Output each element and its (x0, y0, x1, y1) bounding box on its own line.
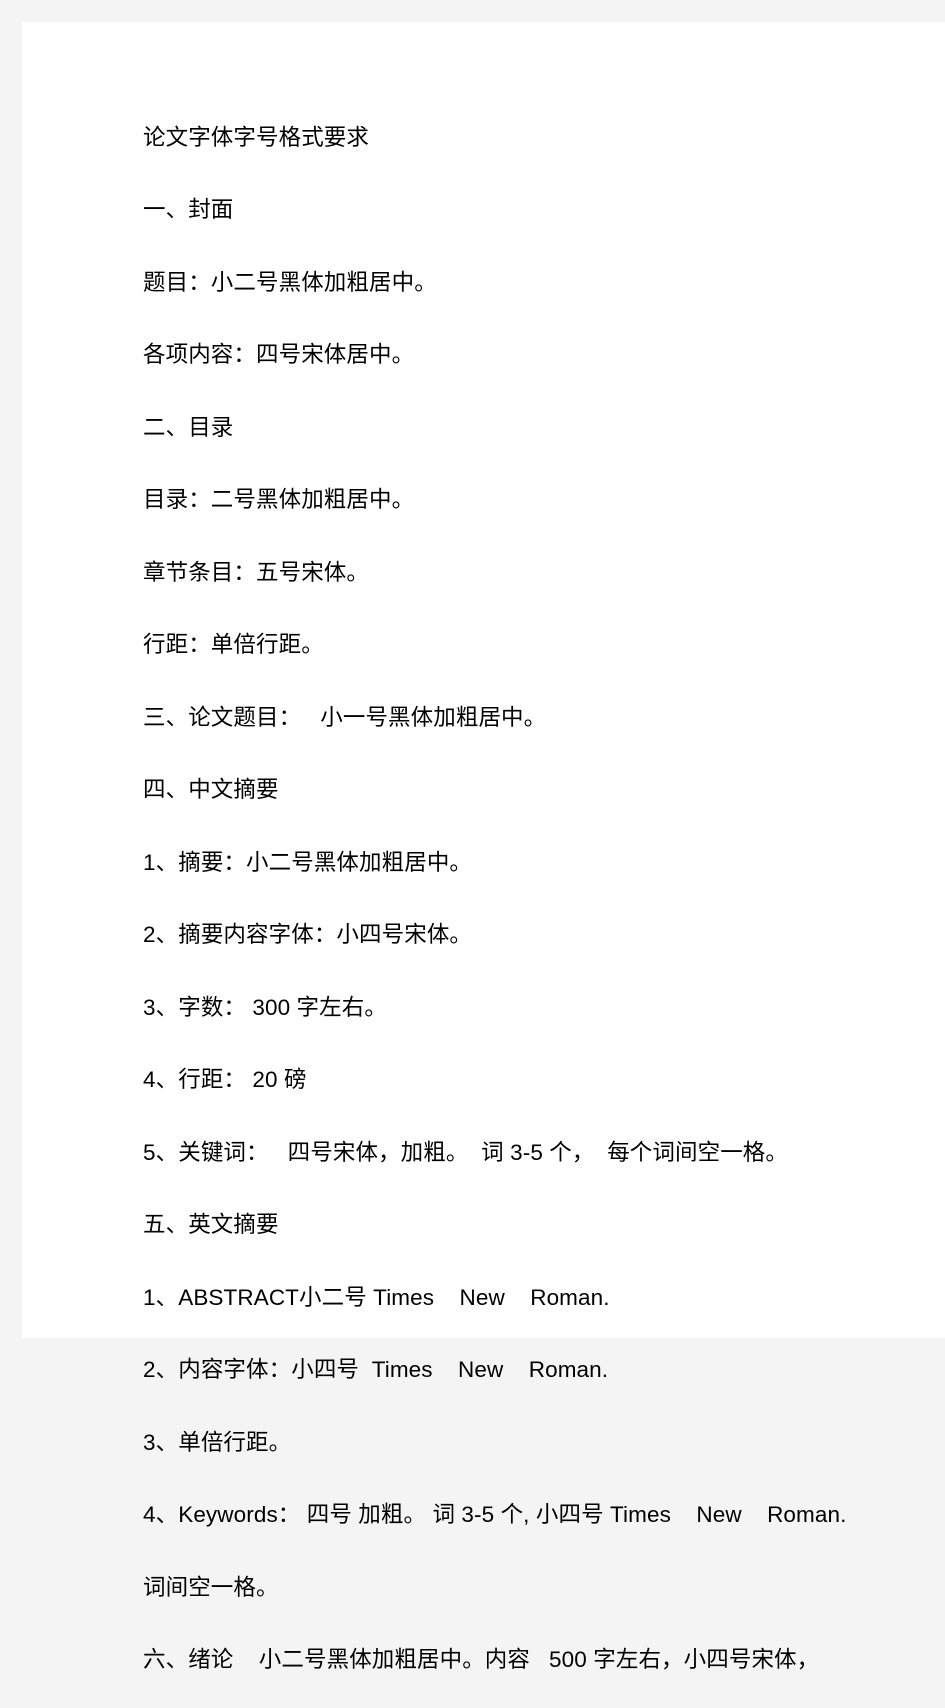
contents-entry-spec: 章节条目：五号宋体。 (143, 548, 905, 598)
english-abstract-item-2: 2、内容字体：小四号 Times New Roman. (143, 1345, 905, 1395)
chinese-abstract-item-5: 5、关键词： 四号宋体，加粗。 词 3-5 个， 每个词间空一格。 (143, 1128, 905, 1178)
document-title: 论文字体字号格式要求 (143, 113, 905, 163)
document-text-body: 论文字体字号格式要求 一、封面 题目：小二号黑体加粗居中。 各项内容：四号宋体居… (143, 90, 905, 1708)
document-page: 论文字体字号格式要求 一、封面 题目：小二号黑体加粗居中。 各项内容：四号宋体居… (22, 22, 945, 1338)
section-heading-introduction: 六、绪论 小二号黑体加粗居中。内容 500 字左右，小四号宋体， (143, 1635, 905, 1685)
chinese-abstract-item-4: 4、行距： 20 磅 (143, 1055, 905, 1105)
cover-title-spec: 题目：小二号黑体加粗居中。 (143, 258, 905, 308)
english-abstract-item-3: 3、单倍行距。 (143, 1418, 905, 1468)
section-heading-chinese-abstract: 四、中文摘要 (143, 765, 905, 815)
english-abstract-item-4-continuation: 词间空一格。 (143, 1563, 905, 1613)
cover-items-spec: 各项内容：四号宋体居中。 (143, 330, 905, 380)
section-heading-cover: 一、封面 (143, 185, 905, 235)
section-heading-contents: 二、目录 (143, 403, 905, 453)
section-heading-paper-title: 三、论文题目： 小一号黑体加粗居中。 (143, 693, 905, 743)
english-abstract-item-4: 4、Keywords： 四号 加粗。 词 3-5 个, 小四号 Times Ne… (143, 1490, 905, 1540)
chinese-abstract-item-2: 2、摘要内容字体：小四号宋体。 (143, 910, 905, 960)
chinese-abstract-item-3: 3、字数： 300 字左右。 (143, 983, 905, 1033)
chinese-abstract-item-1: 1、摘要：小二号黑体加粗居中。 (143, 838, 905, 888)
section-heading-english-abstract: 五、英文摘要 (143, 1200, 905, 1250)
english-abstract-item-1: 1、ABSTRACT小二号 Times New Roman. (143, 1273, 905, 1323)
contents-heading-spec: 目录：二号黑体加粗居中。 (143, 475, 905, 525)
contents-line-spacing-spec: 行距：单倍行距。 (143, 620, 905, 670)
